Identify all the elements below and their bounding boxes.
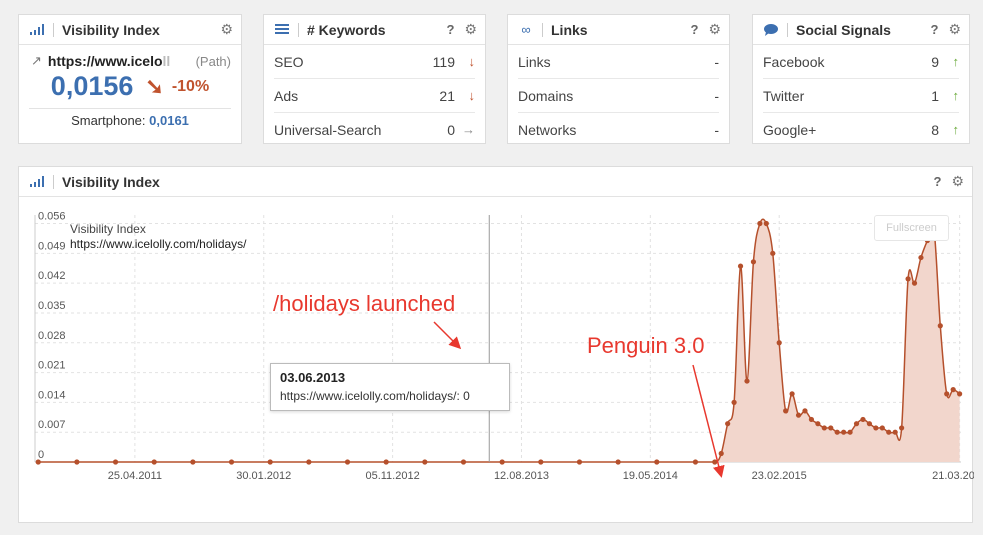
row-label: Networks: [518, 121, 577, 138]
arrow-down-right-icon: ➘: [145, 73, 164, 99]
visibility-value: 0,0156: [50, 71, 134, 101]
keyword-row-seo[interactable]: SEO 119 ↓: [274, 45, 475, 79]
smartphone-label: Smartphone:: [71, 113, 146, 128]
signal-bars-icon: [29, 23, 45, 37]
annotation-arrows: [433, 321, 725, 478]
annotation-arrow-2: [692, 364, 725, 478]
help-icon[interactable]: ?: [690, 22, 698, 37]
domain-line: ↗ https://www.iceloll (Path): [19, 45, 241, 69]
visibility-chart-card: Visibility Index ? ⚙ 0 0.007 0.014 0.021 0.0…: [18, 166, 974, 523]
card-title: Links: [551, 21, 588, 38]
header-divider: [542, 22, 543, 37]
row-value: 8: [931, 121, 939, 138]
annotation-arrow-1: [433, 321, 462, 350]
row-label: Links: [518, 53, 551, 70]
row-value: -: [714, 87, 719, 104]
chat-bubble-icon: [763, 23, 779, 37]
links-card: ∞ Links ? ⚙ Links - Domains - Networks -: [507, 14, 730, 144]
social-row-twitter[interactable]: Twitter 1 ↑: [763, 79, 959, 113]
row-label: SEO: [274, 53, 304, 70]
row-label: Domains: [518, 87, 574, 104]
visibility-change: -10%: [171, 77, 210, 95]
keyword-row-universal[interactable]: Universal-Search 0 →: [274, 113, 475, 146]
card-header: # Keywords ? ⚙: [264, 15, 485, 45]
row-label: Twitter: [763, 87, 805, 104]
header-divider: [787, 22, 788, 37]
gear-icon[interactable]: ⚙: [948, 21, 961, 38]
links-row-links[interactable]: Links -: [518, 45, 719, 79]
social-row-facebook[interactable]: Facebook 9 ↑: [763, 45, 959, 79]
keywords-card: # Keywords ? ⚙ SEO 119 ↓ Ads 21 ↓ Univer…: [263, 14, 486, 144]
card-title: # Keywords: [307, 21, 386, 38]
links-row-networks[interactable]: Networks -: [518, 113, 719, 146]
row-label: Facebook: [763, 53, 825, 70]
row-label: Ads: [274, 87, 299, 104]
arrow-up-icon: ↑: [952, 54, 960, 69]
smartphone-line: Smartphone: 0,0161: [29, 108, 231, 128]
arrow-down-icon: ↓: [468, 88, 476, 103]
row-value: 119: [432, 53, 455, 70]
row-value: 21: [439, 87, 455, 104]
arrow-right-icon: →: [462, 122, 475, 137]
arrow-up-icon: ↑: [952, 88, 960, 103]
keyword-row-ads[interactable]: Ads 21 ↓: [274, 79, 475, 113]
path-label: (Path): [195, 53, 231, 69]
domain-url[interactable]: https://www.iceloll: [48, 53, 196, 69]
row-value: 9: [931, 53, 939, 70]
social-signals-card: Social Signals ? ⚙ Facebook 9 ↑ Twitter …: [752, 14, 970, 144]
arrow-down-icon: ↓: [468, 54, 476, 69]
row-value: 1: [931, 87, 939, 104]
visibility-value-line: 0,0156 ➘ -10%: [19, 71, 241, 102]
help-icon[interactable]: ?: [446, 22, 454, 37]
smartphone-value: 0,0161: [149, 113, 189, 128]
arrow-up-icon: ↑: [952, 122, 960, 137]
list-icon: [274, 23, 290, 37]
card-header: Social Signals ? ⚙: [753, 15, 969, 45]
card-title: Visibility Index: [62, 21, 160, 38]
card-header: ∞ Links ? ⚙: [508, 15, 729, 45]
social-row-googleplus[interactable]: Google+ 8 ↑: [763, 113, 959, 146]
visibility-index-card: Visibility Index ⚙ ↗ https://www.iceloll…: [18, 14, 242, 144]
header-divider: [298, 22, 299, 37]
link-icon: ∞: [521, 22, 531, 37]
header-divider: [53, 22, 54, 37]
row-label: Universal-Search: [274, 121, 382, 138]
external-link-icon[interactable]: ↗: [31, 53, 42, 69]
gear-icon[interactable]: ⚙: [708, 21, 721, 38]
row-value: -: [714, 53, 719, 70]
card-title: Social Signals: [796, 21, 891, 38]
row-value: 0: [447, 121, 455, 138]
help-icon[interactable]: ?: [930, 22, 938, 37]
card-header: Visibility Index ⚙: [19, 15, 241, 45]
gear-icon[interactable]: ⚙: [464, 21, 477, 38]
links-row-domains[interactable]: Domains -: [518, 79, 719, 113]
row-value: -: [714, 121, 719, 138]
gear-icon[interactable]: ⚙: [220, 21, 233, 38]
row-label: Google+: [763, 121, 817, 138]
